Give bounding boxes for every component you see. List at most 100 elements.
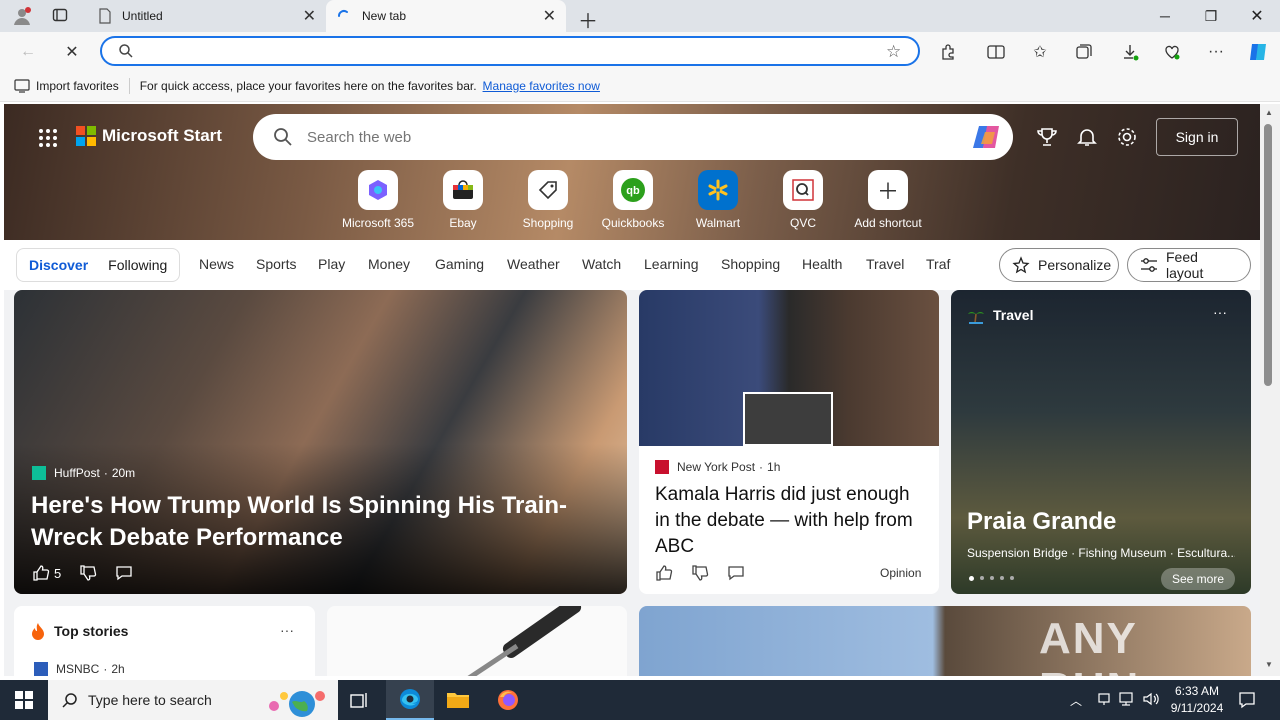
web-search-box[interactable] — [253, 114, 1013, 160]
feed-nav: Discover Following News Sports Play Mone… — [4, 240, 1260, 290]
main-story-card[interactable]: HuffPost · 20m Here's How Trump World Is… — [14, 290, 627, 594]
shortcut-quickbooks[interactable]: qb Quickbooks — [591, 170, 675, 230]
nav-sports[interactable]: Sports — [256, 256, 296, 272]
notifications-bell-icon[interactable] — [1076, 126, 1098, 148]
show-hidden-icons[interactable]: ︿ — [1070, 692, 1082, 709]
manage-favorites-link[interactable]: Manage favorites now — [483, 79, 600, 93]
feed-layout-button[interactable]: Feed layout — [1127, 248, 1251, 282]
image-story-card[interactable]: ANY RUN — [639, 606, 1251, 676]
stop-loading-icon[interactable]: ✕ — [58, 38, 86, 66]
comment-icon[interactable] — [727, 564, 745, 582]
close-tab-icon[interactable]: ✕ — [543, 6, 556, 26]
personalize-button[interactable]: Personalize — [999, 248, 1119, 282]
nav-traffic[interactable]: Traf — [926, 256, 950, 272]
tab-following[interactable]: Following — [108, 257, 167, 273]
more-options-icon[interactable]: ··· — [1213, 304, 1227, 320]
huffpost-logo-icon — [32, 466, 46, 480]
shortcut-add[interactable]: ＋ Add shortcut — [846, 170, 930, 230]
more-menu-icon[interactable]: ··· — [1202, 38, 1230, 66]
restore-icon[interactable]: ❐ — [1188, 0, 1234, 32]
start-button[interactable] — [0, 680, 48, 720]
nav-health[interactable]: Health — [802, 256, 842, 272]
favorites-icon[interactable]: ✩ — [1026, 38, 1054, 66]
nav-news[interactable]: News — [199, 256, 234, 272]
nav-gaming[interactable]: Gaming — [435, 256, 484, 272]
dislike-icon[interactable] — [79, 564, 97, 582]
travel-card[interactable]: Travel ··· Praia Grande Suspension Bridg… — [951, 290, 1251, 594]
product-story-card[interactable] — [327, 606, 627, 676]
more-options-icon[interactable]: ··· — [280, 622, 294, 638]
nav-travel[interactable]: Travel — [866, 256, 904, 272]
device-icon[interactable] — [1096, 691, 1112, 707]
profile-icon[interactable] — [12, 6, 32, 26]
divider — [128, 77, 130, 94]
close-window-icon[interactable]: ✕ — [1234, 0, 1280, 32]
back-icon[interactable]: ← — [14, 38, 42, 66]
extensions-icon[interactable] — [934, 38, 962, 66]
page-scrollbar[interactable]: ▲ ▼ — [1260, 104, 1280, 676]
scroll-down-icon[interactable]: ▼ — [1265, 660, 1273, 669]
tab-untitled[interactable]: Untitled ✕ — [88, 0, 326, 32]
shortcut-qvc[interactable]: QVC — [761, 170, 845, 230]
browser-essentials-icon[interactable] — [1158, 38, 1186, 66]
close-tab-icon[interactable]: ✕ — [303, 6, 316, 26]
shortcut-ebay[interactable]: Ebay — [421, 170, 505, 230]
tab-title: Untitled — [122, 9, 163, 23]
new-tab-button[interactable]: ＋ — [578, 5, 598, 34]
scroll-up-icon[interactable]: ▲ — [1265, 108, 1273, 117]
split-screen-icon[interactable] — [982, 38, 1010, 66]
address-input[interactable] — [148, 42, 848, 62]
downloads-icon[interactable] — [1116, 38, 1144, 66]
web-search-input[interactable] — [307, 127, 907, 147]
task-view-icon[interactable] — [336, 680, 384, 720]
edge-taskbar-icon[interactable] — [386, 680, 434, 720]
sign-in-button[interactable]: Sign in — [1156, 118, 1238, 156]
top-stories-header: Top stories — [30, 622, 128, 640]
nav-watch[interactable]: Watch — [582, 256, 621, 272]
tab-discover[interactable]: Discover — [29, 257, 88, 273]
nav-shopping[interactable]: Shopping — [721, 256, 780, 272]
story-source: HuffPost · 20m — [32, 466, 135, 480]
tab-new-tab[interactable]: New tab ✕ — [326, 0, 566, 32]
file-explorer-icon[interactable] — [434, 680, 482, 720]
app-launcher-icon[interactable] — [38, 128, 58, 148]
nav-learning[interactable]: Learning — [644, 256, 699, 272]
microsoft-365-icon — [358, 170, 398, 210]
story-headline[interactable]: Kamala Harris did just enough in the deb… — [655, 482, 927, 560]
destination-title[interactable]: Praia Grande — [967, 508, 1116, 536]
settings-gear-icon[interactable] — [1116, 126, 1138, 148]
address-bar[interactable]: ☆ — [100, 36, 920, 66]
shortcut-walmart[interactable]: Walmart — [676, 170, 760, 230]
taskbar-search[interactable]: Type here to search — [48, 680, 338, 720]
notifications-icon[interactable] — [1238, 691, 1256, 709]
second-story-card[interactable]: New York Post · 1h Kamala Harris did jus… — [639, 290, 939, 594]
dislike-icon[interactable] — [691, 564, 709, 582]
favorite-star-icon[interactable]: ☆ — [886, 42, 901, 62]
rewards-trophy-icon[interactable] — [1036, 126, 1058, 148]
nav-money[interactable]: Money — [368, 256, 410, 272]
comment-icon[interactable] — [115, 564, 133, 582]
tab-actions-icon[interactable] — [52, 7, 68, 23]
story-headline[interactable]: Here's How Trump World Is Spinning His T… — [31, 490, 621, 554]
copilot-icon[interactable] — [1244, 38, 1272, 66]
tab-title: New tab — [362, 9, 407, 23]
minimize-icon[interactable]: ─ — [1142, 0, 1188, 32]
firefox-icon[interactable] — [484, 680, 532, 720]
shortcut-microsoft-365[interactable]: Microsoft 365 — [336, 170, 420, 230]
nav-play[interactable]: Play — [318, 256, 345, 272]
like-icon[interactable] — [655, 564, 673, 582]
like-icon[interactable] — [32, 564, 50, 582]
copilot-icon[interactable] — [971, 122, 1003, 152]
volume-icon[interactable] — [1142, 691, 1160, 707]
system-clock[interactable]: 6:33 AM 9/11/2024 — [1166, 683, 1228, 717]
collections-icon[interactable] — [1070, 38, 1098, 66]
network-icon[interactable] — [1118, 691, 1136, 707]
shortcut-shopping[interactable]: Shopping — [506, 170, 590, 230]
nav-weather[interactable]: Weather — [507, 256, 560, 272]
import-favorites-button[interactable]: Import favorites — [36, 79, 119, 93]
scrollbar-thumb[interactable] — [1264, 124, 1272, 386]
microsoft-start-logo[interactable]: Microsoft Start — [76, 126, 222, 146]
top-stories-title: Top stories — [54, 623, 129, 639]
see-more-button[interactable]: See more — [1161, 568, 1235, 590]
browser-toolbar: ← ✕ ☆ ✩ ··· — [0, 32, 1280, 70]
